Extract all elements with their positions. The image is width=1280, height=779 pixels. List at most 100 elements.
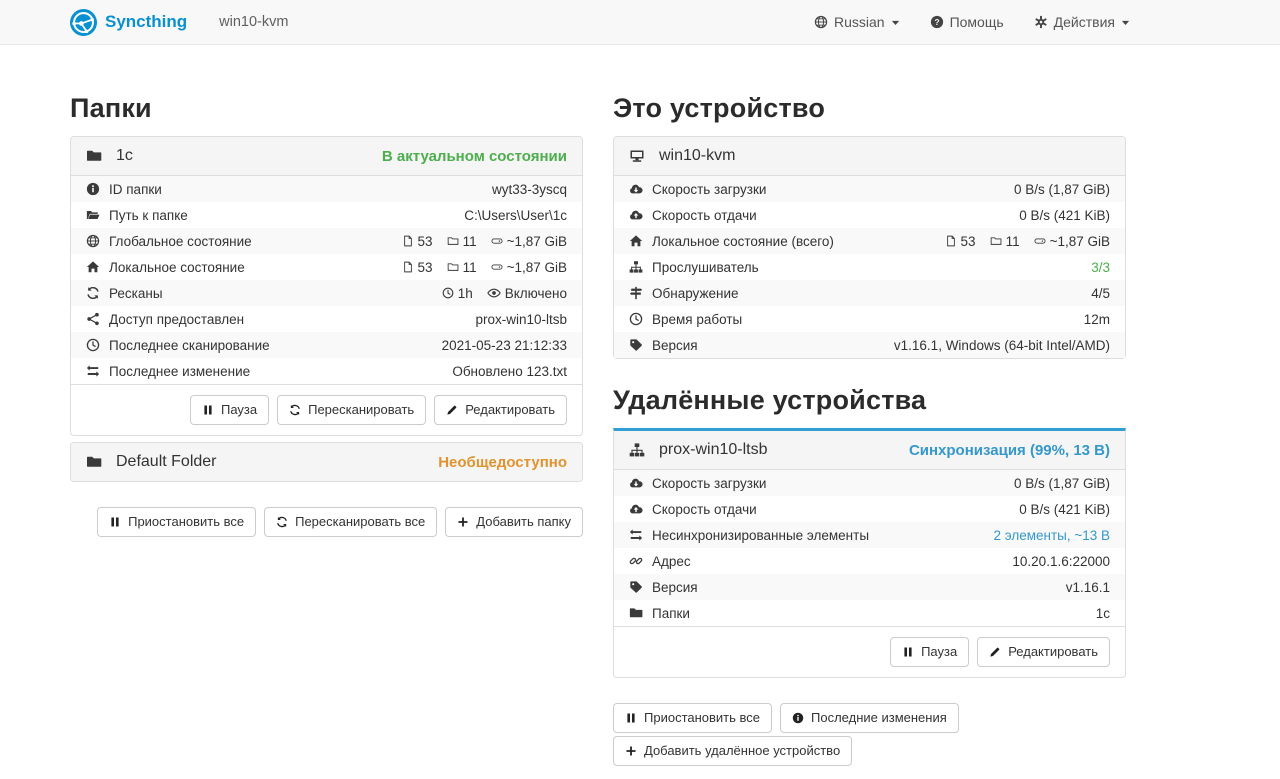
pause-all-devices-button[interactable]: Приостановить все (613, 703, 772, 733)
share-icon (86, 312, 100, 326)
folder-panel-header[interactable]: 1c В актуальном состоянии (71, 137, 582, 176)
plus-icon (457, 516, 469, 528)
gear-icon (1034, 15, 1048, 29)
row-rescans: Ресканы 1h Включено (71, 280, 582, 306)
directory-icon (447, 261, 459, 273)
row-local-state-total: Локальное состояние (всего) 53 11 ~1,87 … (614, 228, 1125, 254)
tag-icon (629, 338, 643, 352)
folder-icon (86, 148, 102, 164)
folder-icon (86, 454, 102, 470)
pencil-icon (989, 646, 1001, 658)
directory-icon (447, 235, 459, 247)
folder-panel-1c: 1c В актуальном состоянии ID папки wyt33… (70, 136, 583, 436)
folder-open-icon (86, 208, 100, 222)
device-status-badge: Синхронизация (99%, 13 B) (909, 442, 1110, 459)
exchange-icon (629, 528, 643, 542)
question-circle-icon (930, 15, 944, 29)
clock-icon (442, 287, 454, 299)
row-address: Адрес 10.20.1.6:22000 (614, 548, 1125, 574)
pause-all-folders-button[interactable]: Приостановить все (97, 507, 256, 537)
remote-device-panel: prox-win10-ltsb Синхронизация (99%, 13 B… (613, 428, 1126, 678)
row-listeners: Прослушиватель 3/3 (614, 254, 1125, 280)
hdd-icon (491, 261, 503, 273)
folders-title: Папки (70, 93, 583, 124)
pencil-icon (446, 404, 458, 416)
default-folder-header[interactable]: Default Folder Необщедоступно (71, 443, 582, 481)
remote-devices-title: Удалённые устройства (613, 385, 1126, 416)
pause-icon (202, 404, 214, 416)
sitemap-icon (629, 260, 643, 274)
directory-icon (990, 235, 1002, 247)
remote-device-footer: Пауза Редактировать (614, 626, 1125, 677)
help-menu[interactable]: Помощь (930, 14, 1004, 30)
out-of-sync-link[interactable]: 2 элементы, ~13 B (993, 528, 1110, 543)
devices-actions-row-1: Приостановить все Последние изменения (613, 703, 1126, 733)
info-circle-icon (792, 712, 804, 724)
device-edit-button[interactable]: Редактировать (977, 637, 1110, 667)
this-device-header[interactable]: win10-kvm (614, 137, 1125, 176)
home-icon (86, 260, 100, 274)
folder-pause-button[interactable]: Пауза (190, 395, 269, 425)
info-circle-icon (86, 182, 100, 196)
pause-icon (625, 712, 637, 724)
signpost-icon (629, 286, 643, 300)
link-icon (629, 554, 643, 568)
globe-icon (86, 234, 100, 248)
row-last-scan: Последнее сканирование 2021-05-23 21:12:… (71, 332, 582, 358)
cloud-download-icon (629, 476, 643, 490)
clock-icon (86, 338, 100, 352)
add-folder-button[interactable]: Добавить папку (445, 507, 583, 537)
folder-rescan-button[interactable]: Пересканировать (277, 395, 426, 425)
row-shared-with: Доступ предоставлен prox-win10-ltsb (71, 306, 582, 332)
folder-status-badge: Необщедоступно (438, 454, 567, 471)
caret-down-icon (1121, 18, 1130, 27)
rescan-all-button[interactable]: Пересканировать все (264, 507, 437, 537)
remote-device-icon (629, 442, 645, 458)
devices-column: Это устройство win10-kvm Скорость загруз… (613, 45, 1126, 766)
refresh-icon (289, 404, 301, 416)
refresh-icon (86, 286, 100, 300)
brand-name: Syncthing (105, 12, 187, 32)
language-dropdown[interactable]: Russian (814, 14, 900, 30)
refresh-icon (276, 516, 288, 528)
row-version: Версия v1.16.1 (614, 574, 1125, 600)
row-global-state: Глобальное состояние 53 11 ~1,87 GiB (71, 228, 582, 254)
row-uptime: Время работы 12m (614, 306, 1125, 332)
clock-icon (629, 312, 643, 326)
row-out-of-sync: Несинхронизированные элементы 2 элементы… (614, 522, 1125, 548)
folder-name: 1c (116, 147, 133, 165)
row-local-state: Локальное состояние 53 11 ~1,87 GiB (71, 254, 582, 280)
cloud-upload-icon (629, 502, 643, 516)
help-label: Помощь (950, 14, 1004, 30)
add-remote-device-button[interactable]: Добавить удалённое устройство (613, 736, 852, 766)
folder-panel-default: Default Folder Необщедоступно (70, 442, 583, 482)
row-folder-path: Путь к папке C:\Users\User\1c (71, 202, 582, 228)
row-download-rate: Скорость загрузки 0 B/s (1,87 GiB) (614, 470, 1125, 496)
folder-edit-button[interactable]: Редактировать (434, 395, 567, 425)
pause-icon (902, 646, 914, 658)
row-discovery: Обнаружение 4/5 (614, 280, 1125, 306)
exchange-icon (86, 364, 100, 378)
eye-icon (487, 286, 501, 300)
remote-device-header[interactable]: prox-win10-ltsb Синхронизация (99%, 13 B… (614, 431, 1125, 470)
this-device-title: Это устройство (613, 93, 1126, 124)
actions-dropdown[interactable]: Действия (1034, 14, 1130, 30)
row-version: Версия v1.16.1, Windows (64-bit Intel/AM… (614, 332, 1125, 358)
row-last-change: Последнее изменение Обновлено 123.txt (71, 358, 582, 384)
language-label: Russian (834, 14, 885, 30)
device-name: win10-kvm (659, 147, 735, 165)
folder-name: Default Folder (116, 453, 217, 471)
recent-changes-button[interactable]: Последние изменения (780, 703, 959, 733)
home-icon (629, 234, 643, 248)
row-upload-rate: Скорость отдачи 0 B/s (421 KiB) (614, 202, 1125, 228)
tag-icon (629, 580, 643, 594)
file-icon (402, 235, 414, 247)
caret-down-icon (891, 18, 900, 27)
plus-icon (625, 745, 637, 757)
row-upload-rate: Скорость отдачи 0 B/s (421 KiB) (614, 496, 1125, 522)
device-pause-button[interactable]: Пауза (890, 637, 969, 667)
folders-actions: Приостановить все Пересканировать все До… (70, 507, 583, 537)
row-download-rate: Скорость загрузки 0 B/s (1,87 GiB) (614, 176, 1125, 202)
this-device-panel: win10-kvm Скорость загрузки 0 B/s (1,87 … (613, 136, 1126, 359)
navbar-hostname: win10-kvm (219, 14, 288, 30)
